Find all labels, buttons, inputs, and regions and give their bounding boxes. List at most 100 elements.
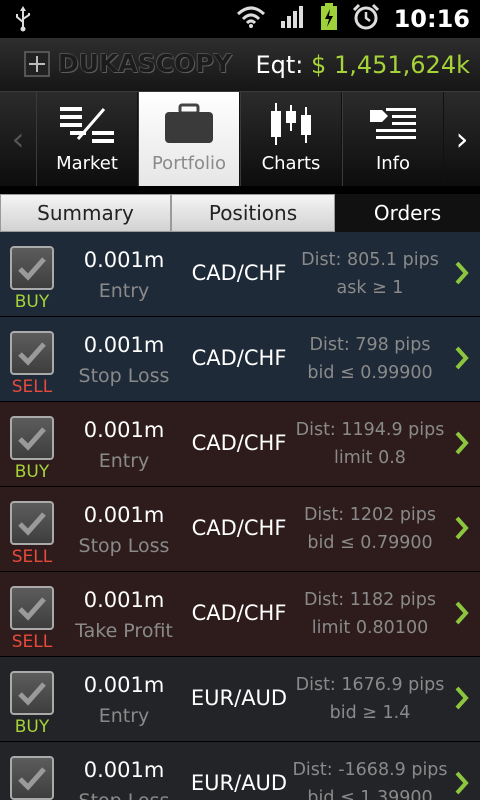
chevron-right-icon[interactable]: [454, 430, 470, 456]
order-distance: Dist: 1182 pips: [303, 590, 437, 610]
main-nav: ‹ Market Portfolio Charts Info ›: [0, 92, 480, 186]
chevron-right-icon[interactable]: [454, 770, 470, 796]
order-distance: Dist: 805.1 pips: [301, 250, 439, 270]
order-type: Take Profit: [75, 620, 173, 642]
chevron-right-icon[interactable]: [454, 345, 470, 371]
order-amount: 0.001m: [83, 503, 165, 527]
order-pair: EUR/AUD: [190, 771, 288, 795]
portfolio-subtabs: Summary Positions Orders: [0, 194, 480, 232]
candlestick-icon: [268, 101, 314, 147]
order-row[interactable]: SELL 0.001m Stop Loss CAD/CHF Dist: 798 …: [0, 317, 480, 402]
chevron-right-icon[interactable]: [454, 260, 470, 286]
order-row[interactable]: SELL 0.001m Take Profit CAD/CHF Dist: 11…: [0, 572, 480, 657]
checkmark-icon: [18, 257, 46, 281]
order-checkbox[interactable]: [10, 501, 54, 545]
market-list-icon: [58, 101, 116, 147]
usb-icon: [14, 6, 32, 36]
subtab-summary[interactable]: Summary: [0, 194, 171, 232]
order-row[interactable]: SELL 0.001m Stop Loss CAD/CHF Dist: 1202…: [0, 487, 480, 572]
info-list-icon: [368, 101, 418, 147]
order-type: Entry: [98, 450, 150, 472]
order-checkbox[interactable]: [10, 586, 54, 630]
order-side: BUY: [14, 717, 50, 737]
order-amount: 0.001m: [83, 588, 165, 612]
order-condition: ask ≥ 1: [336, 278, 404, 298]
order-pair: EUR/AUD: [190, 686, 288, 710]
alarm-icon: [352, 3, 380, 35]
order-type: Entry: [98, 705, 150, 727]
logo-text: DUKASCOPY: [58, 49, 232, 78]
order-side: BUY: [14, 292, 50, 312]
order-checkbox[interactable]: [10, 246, 54, 290]
order-row[interactable]: BUY 0.001m Entry EUR/AUD Dist: 1676.9 pi…: [0, 657, 480, 742]
order-checkbox[interactable]: [10, 331, 54, 375]
app-header: DUKASCOPY Eqt: $ 1,451,624k: [0, 38, 480, 92]
checkmark-icon: [18, 597, 46, 621]
order-condition: limit 0.80100: [311, 618, 429, 638]
order-condition: bid ≤ 1.39900: [307, 788, 433, 800]
wifi-icon: [236, 5, 266, 33]
order-amount: 0.001m: [83, 673, 165, 697]
tab-portfolio[interactable]: Portfolio: [138, 92, 240, 186]
checkmark-icon: [18, 342, 46, 366]
order-distance: Dist: -1668.9 pips: [292, 760, 448, 780]
tab-charts[interactable]: Charts: [240, 92, 342, 186]
tab-portfolio-label: Portfolio: [151, 153, 227, 174]
order-amount: 0.001m: [83, 333, 165, 357]
nav-prev-arrow-icon[interactable]: ‹: [0, 92, 36, 186]
order-type: Stop Loss: [78, 365, 170, 387]
chevron-right-icon[interactable]: [454, 600, 470, 626]
order-condition: bid ≤ 0.79900: [307, 533, 433, 553]
chevron-right-icon[interactable]: [454, 515, 470, 541]
logo-cross-icon: [24, 50, 50, 77]
equity-display: Eqt: $ 1,451,624k: [256, 51, 471, 79]
order-pair: CAD/CHF: [191, 431, 287, 455]
order-distance: Dist: 1676.9 pips: [295, 675, 445, 695]
tab-charts-label: Charts: [261, 153, 321, 174]
chevron-right-icon[interactable]: [454, 685, 470, 711]
order-pair: CAD/CHF: [191, 601, 287, 625]
order-type: Stop Loss: [78, 535, 170, 557]
order-pair: CAD/CHF: [191, 516, 287, 540]
order-pair: CAD/CHF: [191, 261, 287, 285]
order-amount: 0.001m: [83, 758, 165, 782]
signal-icon: [280, 5, 306, 33]
order-side: SELL: [11, 377, 53, 397]
order-amount: 0.001m: [83, 248, 165, 272]
order-side: SELL: [11, 547, 53, 567]
order-side: BUY: [14, 462, 50, 482]
nav-next-arrow-icon[interactable]: ›: [444, 92, 480, 186]
order-pair: CAD/CHF: [191, 346, 287, 370]
checkmark-icon: [18, 512, 46, 536]
tab-info[interactable]: Info: [342, 92, 444, 186]
order-type: Entry: [98, 280, 150, 302]
subtab-orders[interactable]: Orders: [335, 194, 480, 232]
order-row[interactable]: BUY 0.001m Entry CAD/CHF Dist: 1194.9 pi…: [0, 402, 480, 487]
equity-value: $ 1,451,624k: [311, 51, 470, 79]
order-distance: Dist: 1194.9 pips: [295, 420, 445, 440]
order-side: SELL: [11, 632, 53, 652]
status-bar: 10:16: [0, 0, 480, 38]
order-checkbox[interactable]: [10, 416, 54, 460]
briefcase-icon: [163, 101, 215, 147]
order-condition: limit 0.8: [334, 448, 406, 468]
battery-charging-icon: [320, 3, 338, 35]
order-amount: 0.001m: [83, 418, 165, 442]
order-row[interactable]: BUY 0.001m Entry CAD/CHF Dist: 805.1 pip…: [0, 232, 480, 317]
order-distance: Dist: 798 pips: [309, 335, 431, 355]
order-row[interactable]: 0.001m Stop Loss EUR/AUD Dist: -1668.9 p…: [0, 742, 480, 800]
checkmark-icon: [18, 767, 46, 791]
order-checkbox[interactable]: [10, 671, 54, 715]
order-condition: bid ≤ 0.99900: [307, 363, 433, 383]
checkmark-icon: [18, 427, 46, 451]
status-time: 10:16: [393, 5, 470, 33]
order-distance: Dist: 1202 pips: [303, 505, 437, 525]
tab-info-label: Info: [375, 153, 411, 174]
order-condition: bid ≥ 1.4: [329, 703, 411, 723]
checkmark-icon: [18, 682, 46, 706]
tab-market-label: Market: [56, 153, 118, 174]
tab-market[interactable]: Market: [36, 92, 138, 186]
order-checkbox[interactable]: [10, 756, 54, 800]
subtab-positions[interactable]: Positions: [171, 194, 335, 232]
orders-list: BUY 0.001m Entry CAD/CHF Dist: 805.1 pip…: [0, 232, 480, 800]
